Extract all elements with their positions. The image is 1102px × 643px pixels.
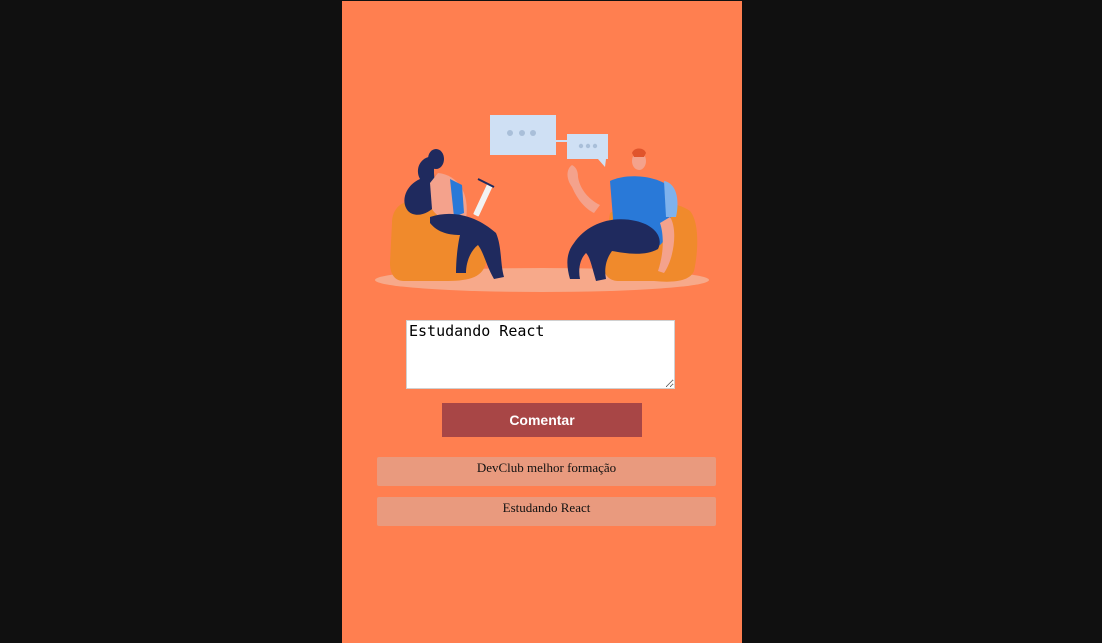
two-people-talking-illustration xyxy=(375,115,709,292)
comment-item: DevClub melhor formação xyxy=(377,457,716,486)
comment-item: Estudando React xyxy=(377,497,716,526)
main-panel: Estudando React Comentar DevClub melhor … xyxy=(342,1,742,643)
comment-submit-button[interactable]: Comentar xyxy=(442,403,642,437)
page: Estudando React Comentar DevClub melhor … xyxy=(0,0,1102,643)
comment-input[interactable]: Estudando React xyxy=(406,320,675,389)
comment-list: DevClub melhor formação Estudando React xyxy=(377,457,716,537)
